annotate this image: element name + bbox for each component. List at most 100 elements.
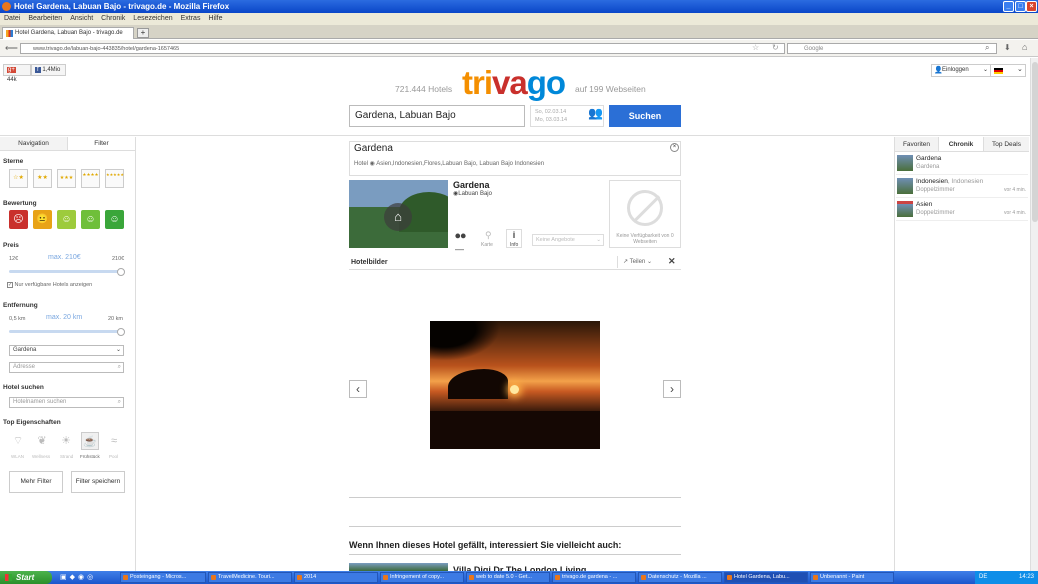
related-hotel-thumbnail[interactable] bbox=[349, 563, 448, 571]
web-search-input[interactable]: Google bbox=[787, 43, 997, 54]
offers-dropdown[interactable]: Keine Angebote ⌄ bbox=[532, 234, 604, 246]
tab-navigation[interactable]: Navigation bbox=[0, 137, 68, 151]
chevron-down-icon: ⌄ bbox=[982, 67, 988, 73]
beach-icon[interactable]: ☀ bbox=[57, 432, 75, 450]
menu-file[interactable]: Datei bbox=[4, 15, 20, 22]
distance-max: 20 km bbox=[108, 316, 123, 322]
taskbar-item[interactable]: 2014 bbox=[294, 572, 378, 583]
foreground bbox=[430, 411, 600, 449]
hotel-images-title: Hotelbilder bbox=[351, 259, 388, 266]
tab-top-deals[interactable]: Top Deals bbox=[983, 137, 1029, 152]
rating-ok-icon[interactable]: ☺ bbox=[57, 210, 76, 229]
save-filter-button[interactable]: Filter speichern bbox=[71, 471, 125, 493]
search-button[interactable]: Suchen bbox=[609, 105, 681, 127]
hotel-title[interactable]: Gardena bbox=[453, 180, 490, 190]
date-picker[interactable]: So, 02.03.14 Mo, 03.03.14 👥 bbox=[530, 105, 604, 127]
rating-good-icon[interactable]: ☺ bbox=[81, 210, 100, 229]
map-pin-icon[interactable]: ⚲ bbox=[485, 230, 492, 241]
history-item-image bbox=[897, 155, 913, 171]
taskbar-item[interactable]: Datenschutz - Mozilla ... bbox=[638, 572, 722, 583]
tab-favorites[interactable]: Favoriten bbox=[895, 137, 939, 152]
close-window-button[interactable]: × bbox=[1026, 1, 1037, 12]
minimize-button[interactable]: _ bbox=[1003, 1, 1014, 12]
new-tab-button[interactable]: + bbox=[137, 28, 149, 38]
trivago-logo[interactable]: trivago bbox=[462, 66, 566, 100]
history-item[interactable]: Indonesien, Indonesien Doppelzimmer vor … bbox=[896, 176, 1028, 198]
taskbar-item[interactable]: Infringement of copy... bbox=[380, 572, 464, 583]
history-item-image bbox=[897, 201, 913, 217]
history-item[interactable]: Gardena Gardena bbox=[896, 153, 1028, 175]
reload-icon[interactable]: ↻ bbox=[772, 43, 779, 52]
taskbar-item[interactable]: Unbenannt - Paint bbox=[810, 572, 894, 583]
only-available-checkbox[interactable]: ✓ Nur verfügbare Hotels anzeigen bbox=[7, 282, 92, 288]
distance-slider[interactable] bbox=[9, 330, 125, 333]
bookmark-star-icon[interactable]: ☆ bbox=[752, 43, 759, 52]
guests-icon[interactable]: 👥 bbox=[588, 107, 603, 119]
menu-help[interactable]: Hilfe bbox=[208, 15, 222, 22]
back-arrow-icon[interactable]: ⟵ bbox=[5, 43, 18, 54]
price-slider[interactable] bbox=[9, 270, 125, 273]
page-scrollbar[interactable] bbox=[1030, 58, 1038, 571]
star-filter-4[interactable]: ★★★★ bbox=[81, 169, 100, 188]
tab-filter[interactable]: Filter bbox=[68, 137, 135, 151]
house-icon[interactable]: ⌂ bbox=[384, 203, 412, 231]
next-image-button[interactable]: › bbox=[663, 380, 681, 398]
googleplus-share-button[interactable]: g+ 44k bbox=[3, 64, 31, 83]
feature-label-wellness: Wellness bbox=[32, 454, 51, 459]
menu-bookmarks[interactable]: Lesezeichen bbox=[133, 15, 172, 22]
distance-max-label: max. 20 km bbox=[46, 314, 83, 321]
star-filter-1[interactable]: ☆★ bbox=[9, 169, 28, 188]
download-icon[interactable]: ⬇ bbox=[1004, 43, 1011, 52]
share-button[interactable]: ↗ Teilen ⌄ bbox=[617, 256, 665, 268]
location-select[interactable]: Gardena ⌄ bbox=[9, 345, 124, 356]
start-button[interactable]: Start bbox=[0, 571, 52, 584]
pool-icon[interactable]: ≈ bbox=[105, 432, 123, 450]
taskbar-item[interactable]: Posteingang - Micros... bbox=[120, 572, 206, 583]
close-icon[interactable]: × bbox=[670, 143, 679, 152]
share-icon: ↗ bbox=[623, 259, 629, 265]
login-button[interactable]: 👤 Einloggen ⌄ bbox=[931, 64, 991, 77]
island-silhouette bbox=[448, 369, 508, 399]
history-item[interactable]: Asien Doppelzimmer vor 4 min. bbox=[896, 199, 1028, 221]
tab-history[interactable]: Chronik bbox=[939, 137, 983, 152]
quick-launch-icons[interactable]: ▣◆◉◎ bbox=[60, 573, 115, 582]
wifi-icon[interactable]: ⌔ bbox=[9, 432, 27, 450]
search-icon[interactable]: ⌕ bbox=[985, 43, 989, 53]
distance-min: 0,5 km bbox=[9, 316, 26, 322]
home-icon[interactable]: ⌂ bbox=[1022, 42, 1027, 52]
previous-image-button[interactable]: ‹ bbox=[349, 380, 367, 398]
rating-very-good-icon[interactable]: ☺ bbox=[105, 210, 124, 229]
rating-bad-icon[interactable]: 😐 bbox=[33, 210, 52, 229]
star-filter-2[interactable]: ★★ bbox=[33, 169, 52, 188]
taskbar-item-active[interactable]: Hotel Gardena, Labu... bbox=[724, 572, 808, 583]
browser-tab[interactable]: Hotel Gardena, Labuan Bajo - trivago.de bbox=[2, 27, 134, 39]
divider bbox=[349, 497, 681, 498]
maximize-button[interactable]: □ bbox=[1015, 1, 1026, 12]
destination-input[interactable]: Gardena, Labuan Bajo bbox=[349, 105, 525, 127]
menu-view[interactable]: Ansicht bbox=[70, 15, 93, 22]
language-selector[interactable]: ⌄ bbox=[990, 64, 1026, 77]
taskbar-item[interactable]: trivago.de gardena - ... bbox=[552, 572, 636, 583]
menu-history[interactable]: Chronik bbox=[101, 15, 125, 22]
hotel-name-search-input[interactable]: Hotelnamen suchen ⌕ bbox=[9, 397, 124, 408]
address-input[interactable]: Adresse ⌕ bbox=[9, 362, 124, 373]
more-filter-button[interactable]: Mehr Filter bbox=[9, 471, 63, 493]
feature-label-wifi: WLAN bbox=[11, 454, 25, 459]
close-images-icon[interactable]: ✕ bbox=[668, 256, 676, 267]
taskbar-item[interactable]: TravelMedicine. Touri... bbox=[208, 572, 292, 583]
menu-edit[interactable]: Bearbeiten bbox=[28, 15, 62, 22]
distance-slider-handle[interactable] bbox=[117, 328, 125, 336]
related-hotel-title[interactable]: Villa Digi Dr The London Living bbox=[453, 564, 586, 571]
menu-tools[interactable]: Extras bbox=[181, 15, 201, 22]
review-icon[interactable]: ⦁⦁ — bbox=[455, 230, 466, 255]
hotel-breadcrumb: Hotel ◉ Asien,Indonesien,Flores,Labuan B… bbox=[354, 161, 545, 167]
breakfast-icon[interactable]: ☕ bbox=[81, 432, 99, 450]
wellness-icon[interactable]: ❦ bbox=[33, 432, 51, 450]
url-field[interactable]: www.trivago.de/labuan-bajo-443835/hotel/… bbox=[20, 43, 785, 54]
price-slider-handle[interactable] bbox=[117, 268, 125, 276]
rating-very-bad-icon[interactable]: ☹ bbox=[9, 210, 28, 229]
taskbar-item[interactable]: web to date 5.0 - Get... bbox=[466, 572, 550, 583]
star-filter-3[interactable]: ★★★ bbox=[57, 169, 76, 188]
star-filter-5[interactable]: ★★★★★ bbox=[105, 169, 124, 188]
facebook-like-button[interactable]: f 1,4Mio bbox=[31, 64, 66, 76]
